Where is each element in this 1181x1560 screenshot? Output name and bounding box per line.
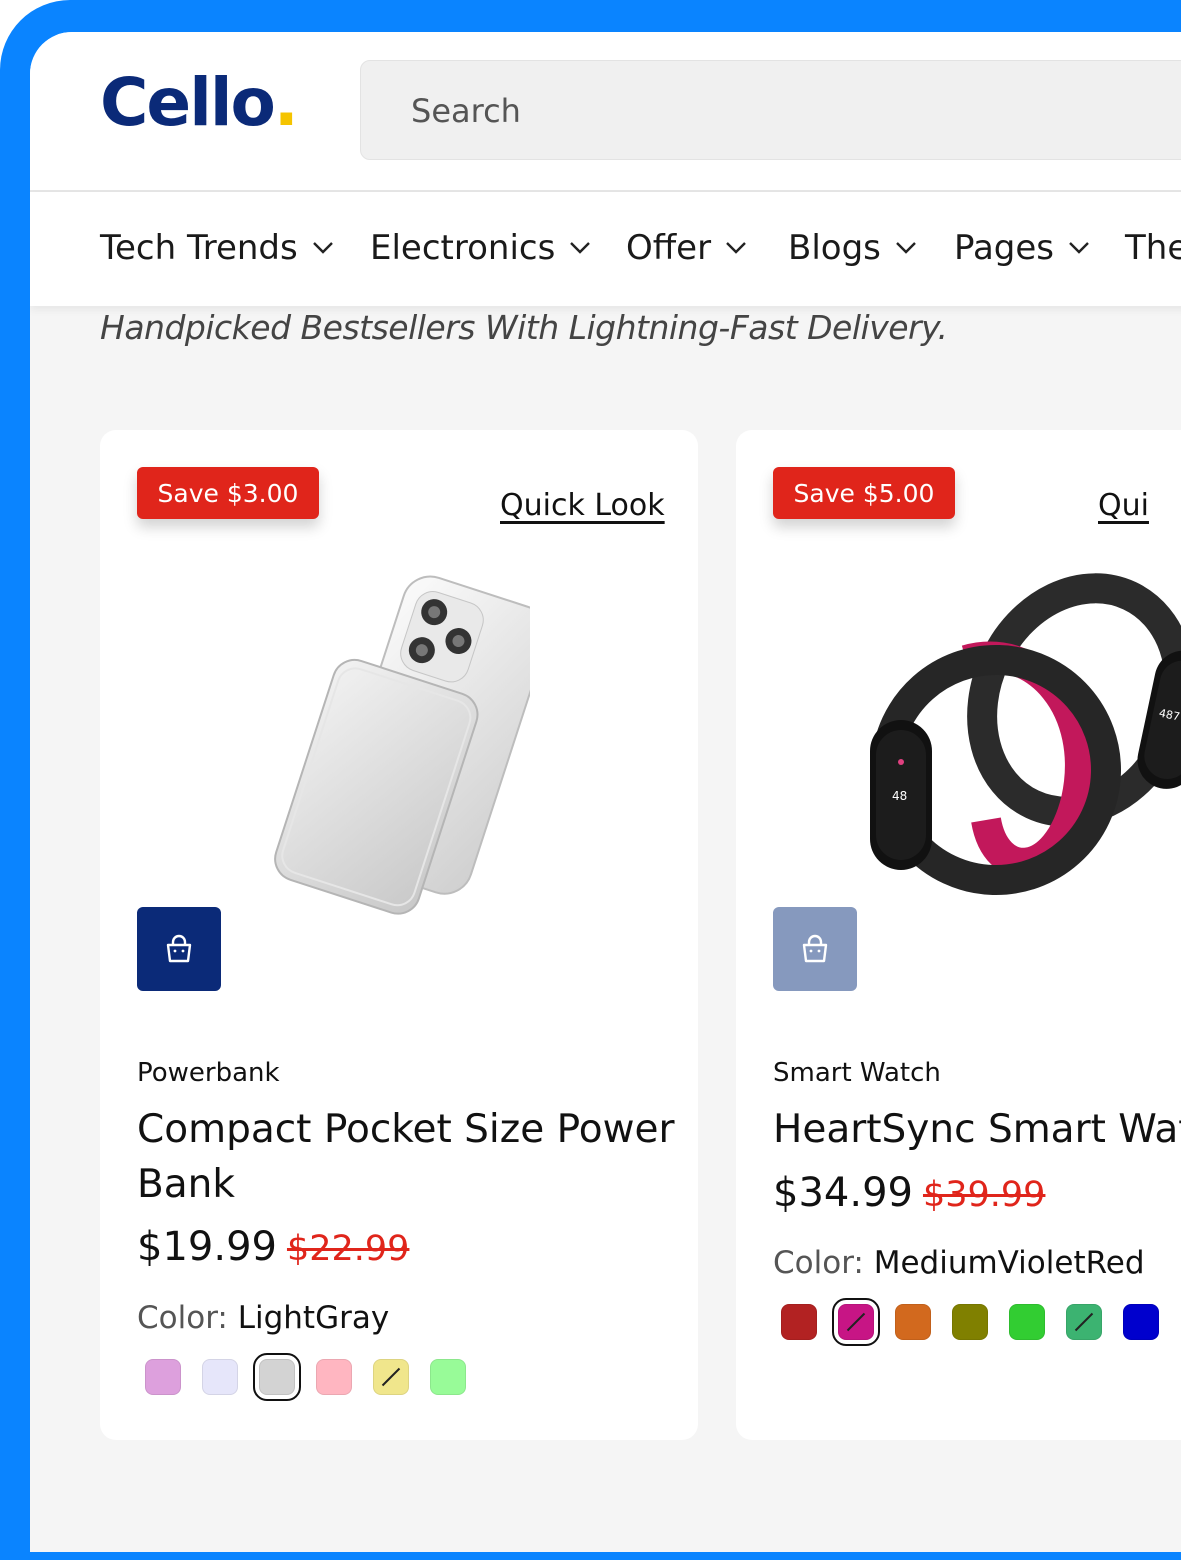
- nav-label: Tech Trends: [100, 228, 298, 268]
- nav-label: Pages: [954, 228, 1055, 268]
- color-swatches: [781, 1298, 1159, 1346]
- color-swatch[interactable]: [202, 1359, 238, 1395]
- product-price: $34.99 $39.99: [773, 1170, 1045, 1216]
- svg-text:48: 48: [892, 789, 907, 803]
- add-to-cart-button[interactable]: [773, 907, 857, 991]
- nav-item-electronics[interactable]: Electronics: [370, 228, 591, 268]
- nav-label: Electronics: [370, 228, 556, 268]
- nav-item-blogs[interactable]: Blogs: [788, 228, 917, 268]
- product-category: Powerbank: [137, 1058, 280, 1088]
- save-badge: Save $3.00: [137, 467, 319, 519]
- color-swatch[interactable]: [1009, 1304, 1045, 1340]
- product-card[interactable]: Save $5.00 Qui 487 48 Smart Watch HeartS…: [736, 430, 1181, 1440]
- quick-look-link[interactable]: Quick Look: [500, 488, 665, 523]
- product-title[interactable]: HeartSync Smart Watc: [773, 1102, 1181, 1157]
- color-swatch[interactable]: [781, 1304, 817, 1340]
- color-swatches: [145, 1353, 466, 1401]
- current-price: $19.99: [137, 1224, 277, 1270]
- smartwatch-image: 487 48: [870, 573, 1181, 895]
- color-label-text: Color:: [773, 1245, 864, 1281]
- shopping-bag-icon: [166, 934, 192, 963]
- color-label: Color: LightGray: [137, 1300, 389, 1336]
- chevron-down-icon: [1069, 242, 1089, 254]
- product-title[interactable]: Compact Pocket Size Power Bank: [137, 1102, 677, 1212]
- screen: Cello. Tech Trends Electronics Offer Blo…: [30, 32, 1181, 1552]
- add-to-cart-button[interactable]: [137, 907, 221, 991]
- color-label: Color: MediumVioletRed: [773, 1245, 1145, 1281]
- product-category: Smart Watch: [773, 1058, 941, 1088]
- product-card[interactable]: Save $3.00 Quick Look Powerbank Compact …: [100, 430, 698, 1440]
- nav-label: Blogs: [788, 228, 881, 268]
- nav-label: Offer: [626, 228, 712, 268]
- nav-item-themes[interactable]: The: [1125, 228, 1181, 268]
- color-swatch-selected[interactable]: [832, 1298, 880, 1346]
- color-swatch[interactable]: [1123, 1304, 1159, 1340]
- color-swatch[interactable]: [952, 1304, 988, 1340]
- color-swatch-unavailable[interactable]: [373, 1359, 409, 1395]
- save-badge: Save $5.00: [773, 467, 955, 519]
- quick-look-link[interactable]: Qui: [1098, 488, 1149, 523]
- search-box[interactable]: [360, 60, 1181, 160]
- color-swatch-selected[interactable]: [253, 1353, 301, 1401]
- color-swatch-unavailable[interactable]: [1066, 1304, 1102, 1340]
- color-swatch[interactable]: [430, 1359, 466, 1395]
- section-tagline: Handpicked Bestsellers With Lightning-Fa…: [100, 308, 948, 347]
- color-value: LightGray: [237, 1300, 390, 1336]
- color-swatch[interactable]: [316, 1359, 352, 1395]
- old-price: $39.99: [922, 1175, 1046, 1215]
- search-input[interactable]: [409, 91, 1013, 131]
- shopping-bag-icon: [802, 934, 828, 963]
- product-price: $19.99 $22.99: [137, 1224, 409, 1270]
- nav-item-offer[interactable]: Offer: [626, 228, 747, 268]
- nav-item-tech-trends[interactable]: Tech Trends: [100, 228, 334, 268]
- nav-label: The: [1125, 228, 1181, 268]
- main-nav: Tech Trends Electronics Offer Blogs Page…: [30, 192, 1181, 306]
- chevron-down-icon: [312, 242, 333, 254]
- brand-name: Cello: [100, 64, 276, 141]
- chevron-down-icon: [896, 242, 916, 254]
- powerbank-image: [274, 575, 530, 915]
- color-swatch[interactable]: [895, 1304, 931, 1340]
- color-swatch[interactable]: [145, 1359, 181, 1395]
- brand-dot: .: [273, 64, 299, 141]
- chevron-down-icon: [570, 242, 591, 254]
- current-price: $34.99: [773, 1170, 913, 1216]
- brand-logo[interactable]: Cello.: [100, 70, 299, 136]
- site-header: Cello.: [30, 32, 1181, 192]
- color-label-text: Color:: [137, 1300, 228, 1336]
- old-price: $22.99: [286, 1229, 410, 1269]
- nav-item-pages[interactable]: Pages: [954, 228, 1090, 268]
- chevron-down-icon: [726, 242, 746, 254]
- color-value: MediumVioletRed: [873, 1245, 1145, 1281]
